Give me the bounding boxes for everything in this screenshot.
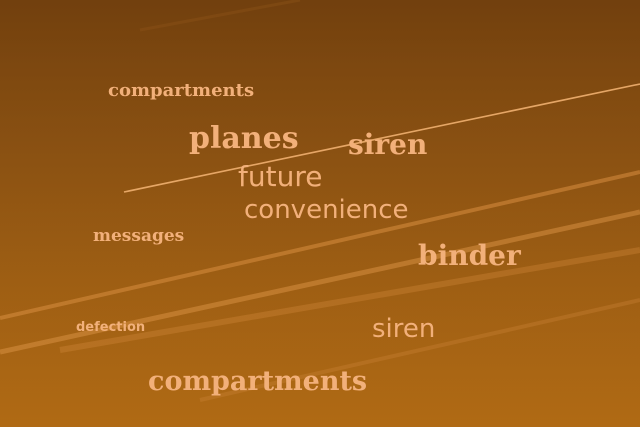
word-compartments-bottom: compartments — [148, 366, 368, 397]
word-siren-top: siren — [348, 128, 428, 161]
word-planes: planes — [189, 121, 299, 156]
word-siren-bottom: siren — [372, 314, 436, 344]
word-binder: binder — [418, 239, 521, 272]
word-messages: messages — [93, 226, 185, 246]
word-convenience: convenience — [244, 195, 409, 225]
word-compartments-top: compartments — [108, 80, 255, 101]
word-defection: defection — [76, 320, 146, 335]
word-future: future — [238, 160, 323, 193]
